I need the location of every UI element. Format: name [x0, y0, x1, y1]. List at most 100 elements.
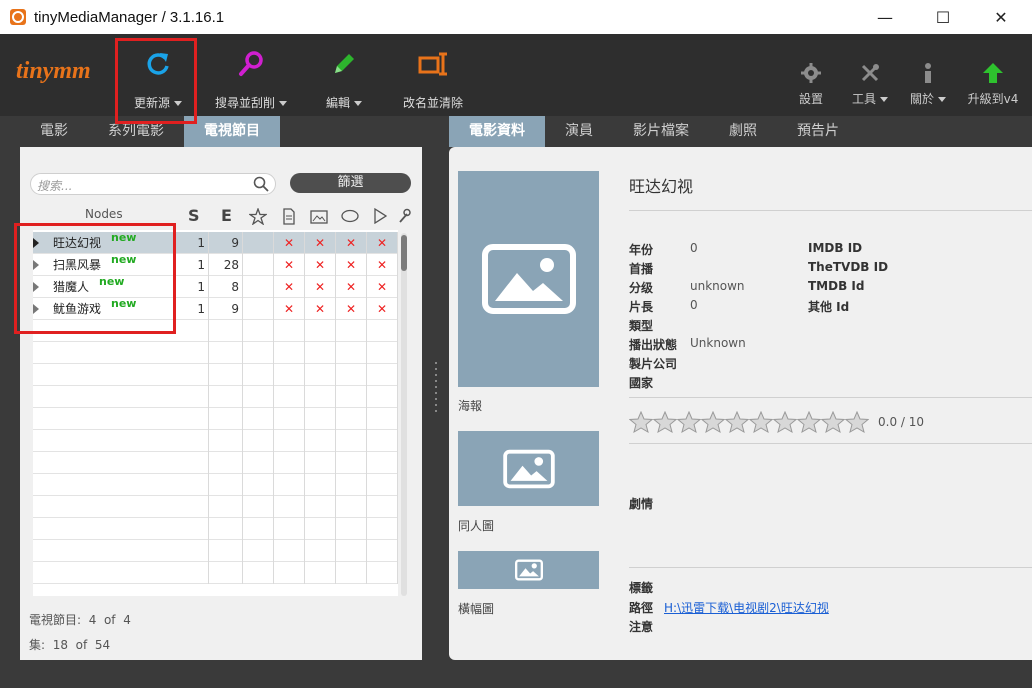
minimize-button[interactable]: — — [856, 0, 914, 34]
empty-cell — [305, 386, 336, 408]
rating-stars — [629, 411, 869, 433]
rating-star-icon — [749, 411, 773, 433]
empty-cell — [336, 386, 367, 408]
poster-label: 海報 — [458, 399, 483, 413]
empty-cell — [173, 386, 209, 408]
close-button[interactable]: ✕ — [972, 0, 1030, 34]
col-nodes[interactable]: Nodes — [85, 207, 123, 221]
empty-cell — [274, 474, 305, 496]
path-link[interactable]: H:\迅雷下载\电视剧2\旺达幻视 — [664, 599, 829, 616]
empty-cell — [274, 408, 305, 430]
nfo-icon[interactable] — [282, 208, 296, 225]
empty-cell — [274, 386, 305, 408]
col-seasons[interactable]: S — [188, 206, 200, 225]
empty-cell — [305, 430, 336, 452]
episode-count: 28 — [209, 254, 243, 276]
tab-cast[interactable]: 演員 — [545, 116, 613, 147]
pencil-icon — [330, 48, 358, 80]
ep-stat-label: 集: — [29, 638, 46, 652]
maximize-button[interactable]: ☐ — [914, 0, 972, 34]
ep-stat-total: 54 — [94, 638, 111, 652]
tinymm-logo: tinymm — [16, 58, 91, 84]
empty-cell — [305, 562, 336, 584]
empty-row — [33, 518, 398, 540]
scrollbar-thumb[interactable] — [401, 235, 407, 271]
drag-handle-icon — [435, 362, 437, 412]
about-button[interactable]: 關於 — [906, 34, 950, 116]
empty-cell — [274, 540, 305, 562]
missing-nfo-icon: ✕ — [274, 276, 305, 298]
filter-button[interactable]: 篩選 — [290, 173, 411, 193]
rename-icon — [417, 48, 449, 80]
tab-tv-shows[interactable]: 電視節目 — [184, 116, 280, 154]
tab-artwork[interactable]: 劇照 — [709, 116, 777, 147]
tv-stat-of: of — [103, 613, 116, 627]
right-tab-bar: 電影資料 演員 影片檔案 劇照 預告片 — [449, 116, 859, 154]
empty-cell — [274, 364, 305, 386]
missing-nfo-icon: ✕ — [274, 298, 305, 320]
rename-clean-button[interactable]: 改名並清除 — [398, 34, 468, 116]
image-placeholder-icon — [502, 449, 555, 488]
tab-movies[interactable]: 電影 — [20, 116, 88, 147]
missing-subtitle-icon: ✕ — [336, 276, 367, 298]
empty-cell — [173, 562, 209, 584]
empty-cell — [243, 320, 274, 342]
episode-count: 9 — [209, 298, 243, 320]
imdb-id-label: IMDB ID — [808, 241, 863, 255]
genre-label: 類型 — [629, 319, 654, 333]
missing-image-icon: ✕ — [305, 298, 336, 320]
highlight-box — [115, 38, 197, 124]
empty-cell — [209, 474, 243, 496]
poster-image[interactable] — [458, 171, 599, 387]
empty-cell — [305, 496, 336, 518]
empty-cell — [209, 408, 243, 430]
search-placeholder: 搜索... — [37, 179, 73, 193]
col-episodes[interactable]: E — [221, 206, 232, 225]
empty-cell — [173, 320, 209, 342]
play-icon[interactable] — [373, 208, 387, 224]
tv-stat-count: 4 — [88, 613, 97, 627]
season-count: 1 — [173, 298, 209, 320]
rating-cell — [243, 276, 274, 298]
wrench-icon[interactable] — [397, 208, 411, 224]
list-scrollbar[interactable] — [401, 233, 407, 596]
episode-count: 8 — [209, 276, 243, 298]
tools-button[interactable]: 工具 — [848, 34, 892, 116]
upgrade-button[interactable]: 升級到v4 — [964, 34, 1022, 116]
banner-image[interactable] — [458, 551, 599, 589]
fanart-label: 同人圖 — [458, 519, 495, 533]
empty-cell — [305, 452, 336, 474]
chevron-down-icon — [354, 101, 362, 106]
tab-details[interactable]: 電影資料 — [449, 116, 545, 154]
missing-trailer-icon: ✕ — [367, 254, 398, 276]
tab-media-files[interactable]: 影片檔案 — [613, 116, 709, 147]
search-input[interactable]: 搜索... — [30, 173, 276, 195]
search-scrape-button[interactable]: 搜尋並刮削 — [212, 34, 290, 116]
empty-cell — [243, 342, 274, 364]
star-icon[interactable] — [249, 208, 267, 225]
panel-splitter[interactable] — [432, 147, 440, 660]
tab-trailers[interactable]: 預告片 — [777, 116, 859, 147]
missing-image-icon: ✕ — [305, 232, 336, 254]
empty-cell — [173, 430, 209, 452]
empty-cell — [173, 518, 209, 540]
edit-button[interactable]: 編輯 — [320, 34, 368, 116]
empty-cell — [336, 430, 367, 452]
empty-cell — [209, 342, 243, 364]
fanart-image[interactable] — [458, 431, 599, 506]
empty-cell — [209, 320, 243, 342]
empty-cell — [336, 562, 367, 584]
empty-row — [33, 408, 398, 430]
settings-button[interactable]: 設置 — [792, 34, 830, 116]
image-icon[interactable] — [310, 209, 328, 224]
empty-cell — [173, 496, 209, 518]
status-value: Unknown — [690, 336, 746, 350]
empty-cell — [336, 496, 367, 518]
divider — [629, 397, 1032, 398]
status-label: 播出狀態 — [629, 338, 678, 352]
empty-cell — [367, 518, 398, 540]
divider — [629, 567, 1032, 568]
subtitle-icon[interactable] — [340, 209, 360, 224]
chevron-down-icon — [279, 101, 287, 106]
empty-cell — [243, 518, 274, 540]
